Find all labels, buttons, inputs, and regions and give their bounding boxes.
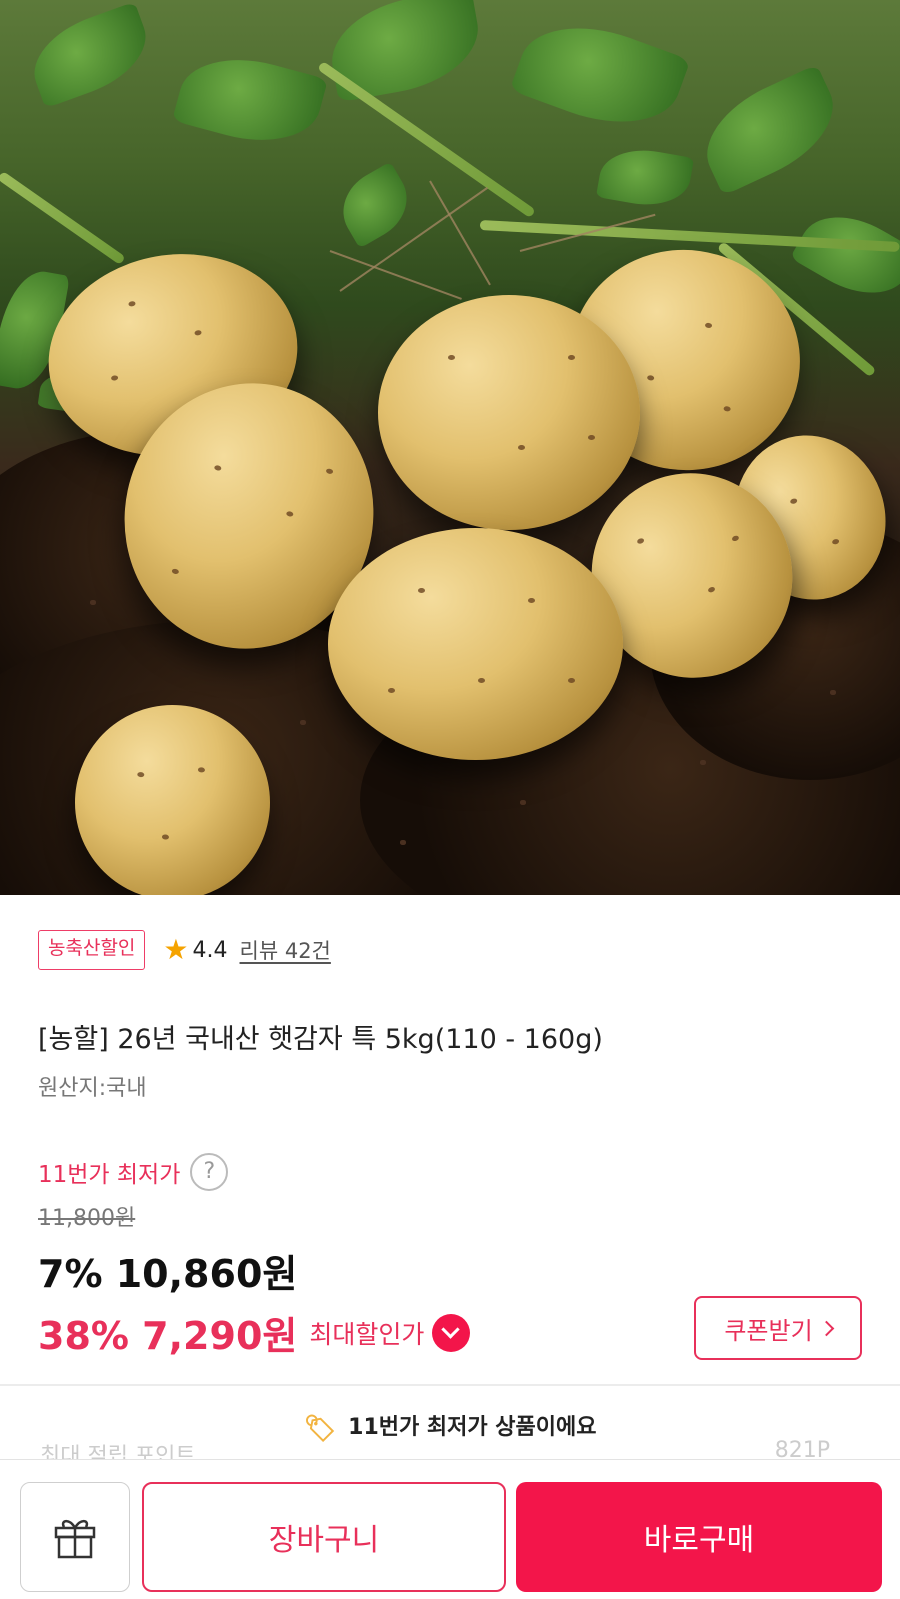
leaf	[172, 43, 328, 157]
help-icon[interactable]: ?	[190, 1153, 229, 1191]
review-link[interactable]: 리뷰 42건	[240, 935, 331, 965]
notice-text: 11번가 최저가 상품이에요	[348, 1415, 597, 1440]
buy-now-button[interactable]: 바로구매	[516, 1482, 882, 1592]
root	[429, 180, 491, 286]
chevron-right-icon	[818, 1320, 834, 1336]
soil-crumb	[700, 760, 706, 765]
leaf	[509, 5, 691, 145]
leaf	[329, 161, 421, 249]
lowest-price-text: 11번가 최저가	[38, 1162, 181, 1188]
leaf	[789, 197, 900, 313]
original-price: 11,800원	[38, 1206, 136, 1231]
soil-crumb	[830, 690, 836, 695]
gift-button[interactable]	[20, 1482, 130, 1592]
stem	[0, 170, 126, 266]
coupon-button[interactable]: 쿠폰받기	[694, 1296, 862, 1360]
product-origin: 원산지:국내	[38, 1076, 147, 1101]
product-title: [농할] 26년 국내산 햇감자 특 5kg(110 - 160g)	[38, 1024, 603, 1055]
star-icon: ★	[163, 933, 189, 966]
max-discount-label: 최대할인가	[309, 1319, 425, 1349]
badge-row: 농축산할인 ★ 4.4 리뷰 42건	[38, 930, 331, 970]
bottom-action-bar: 장바구니 바로구매	[0, 1459, 900, 1599]
rating-value: 4.4	[192, 937, 228, 963]
gift-icon	[54, 1519, 96, 1559]
product-image[interactable]	[0, 0, 900, 895]
discount-tag: 농축산할인	[38, 930, 146, 970]
leaf	[689, 64, 851, 196]
add-to-cart-button[interactable]: 장바구니	[142, 1482, 506, 1592]
coupon-label: 쿠폰받기	[724, 1316, 813, 1345]
leaf	[595, 142, 695, 213]
divider	[0, 1384, 900, 1386]
root	[329, 250, 462, 300]
chevron-down-icon[interactable]	[432, 1313, 471, 1352]
soil-crumb	[300, 720, 306, 725]
soil-crumb	[520, 800, 526, 805]
sale-price: 7% 10,860원	[38, 1252, 298, 1296]
lowest-price-label: 11번가 최저가 ?	[38, 1153, 229, 1191]
leaf	[21, 1, 159, 109]
potato	[328, 528, 623, 760]
potato	[378, 295, 640, 530]
max-discount-row: 38% 7,290원 최대할인가	[38, 1305, 471, 1360]
soil-crumb	[400, 840, 406, 845]
soil-crumb	[90, 600, 96, 605]
max-discount-price: 38% 7,290원	[38, 1314, 298, 1358]
